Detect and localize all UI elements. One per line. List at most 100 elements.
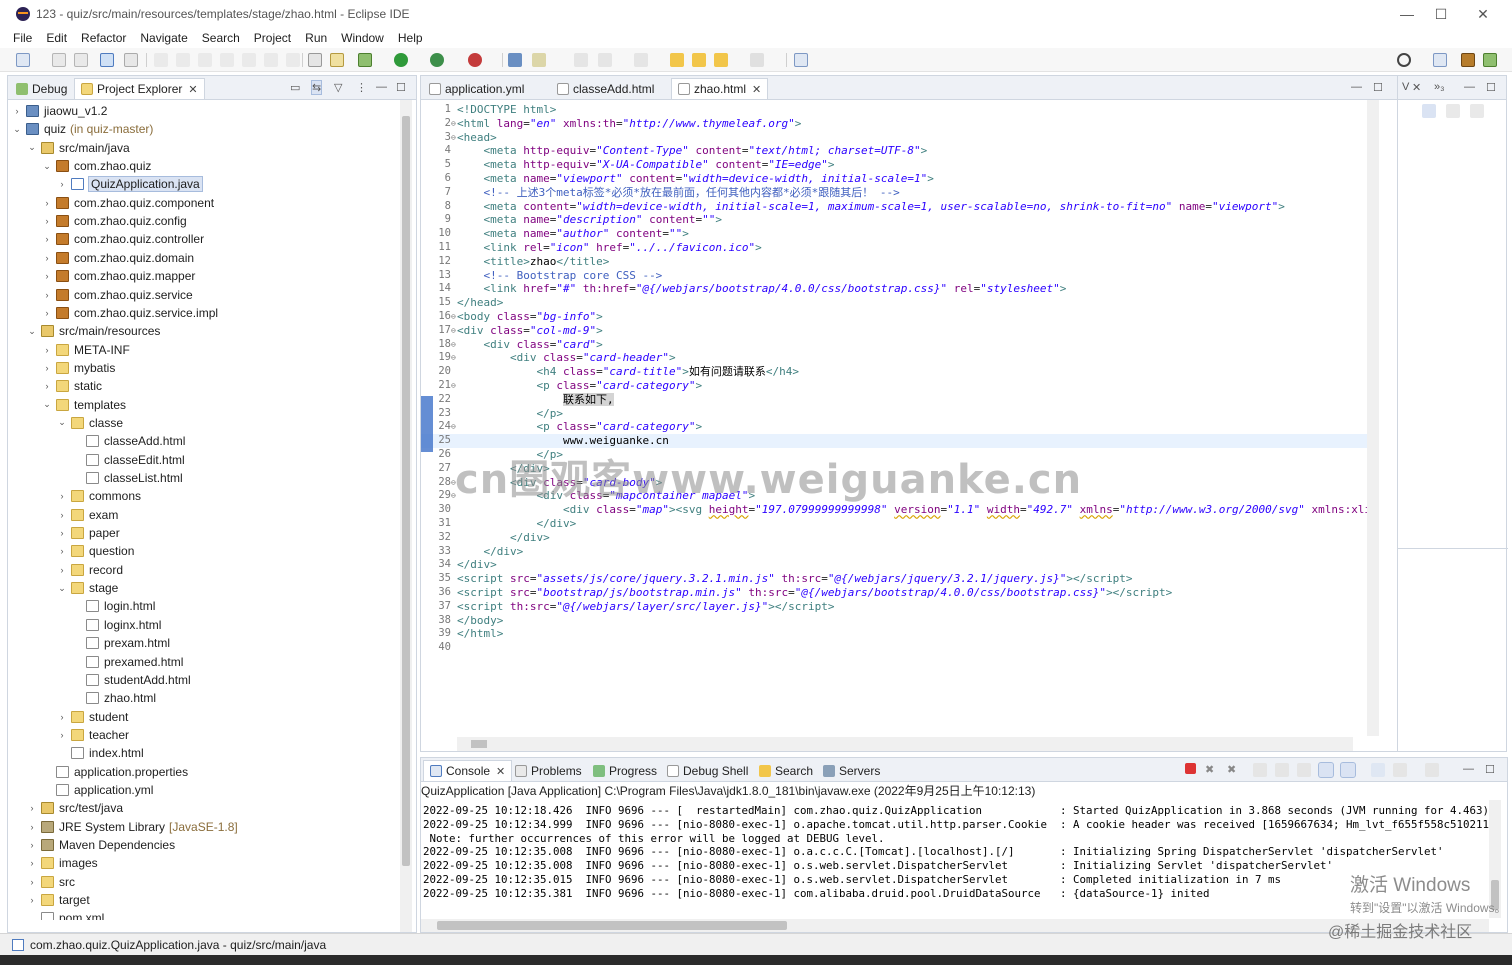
expanded-arrow-icon[interactable]: ⌄ bbox=[27, 142, 37, 153]
tree-item[interactable]: › Maven Dependencies bbox=[8, 836, 176, 854]
tree-item[interactable]: ⌄ templates bbox=[8, 396, 126, 414]
expanded-arrow-icon[interactable]: ⌄ bbox=[57, 417, 67, 428]
code-line[interactable]: 21 ⊖ <p class="card-category"> bbox=[421, 379, 1369, 393]
view-menu-icon[interactable]: ⋮ bbox=[356, 81, 367, 94]
code-editor[interactable]: 1 <!DOCTYPE html> 2 ⊖ <html lang="en" xmlns:… bbox=[421, 100, 1369, 717]
terminal-icon[interactable] bbox=[100, 53, 114, 67]
expand-arrow-icon[interactable]: › bbox=[57, 528, 67, 538]
tab-application-yml[interactable]: application.yml bbox=[423, 78, 530, 99]
open-project-icon[interactable] bbox=[508, 53, 522, 67]
expanded-arrow-icon[interactable]: ⌄ bbox=[12, 124, 22, 135]
menu-edit[interactable]: Edit bbox=[38, 31, 73, 45]
save-all-icon[interactable] bbox=[74, 53, 88, 67]
expand-arrow-icon[interactable]: › bbox=[27, 895, 37, 905]
debug-perspective-icon[interactable] bbox=[1483, 53, 1497, 67]
code-line[interactable]: 1 <!DOCTYPE html> bbox=[421, 103, 1369, 117]
tree-item[interactable]: › question bbox=[8, 542, 135, 560]
tree-item[interactable]: classeAdd.html bbox=[8, 432, 185, 450]
open-perspective-icon[interactable] bbox=[1433, 53, 1447, 67]
step-over-icon[interactable] bbox=[264, 53, 278, 67]
tree-item[interactable]: › com.zhao.quiz.component bbox=[8, 194, 215, 212]
show-stderr-icon[interactable] bbox=[1340, 762, 1356, 778]
code-line[interactable]: 10 <meta name="author" content=""> bbox=[421, 227, 1369, 241]
pin-editor-icon[interactable] bbox=[794, 53, 808, 67]
code-line[interactable]: 17 ⊖ <div class="col-md-9"> bbox=[421, 324, 1369, 338]
search-icon[interactable] bbox=[1397, 53, 1411, 67]
expanded-arrow-icon[interactable]: ⌄ bbox=[42, 161, 52, 172]
menu-help[interactable]: Help bbox=[390, 31, 429, 45]
tab-servers[interactable]: Servers bbox=[817, 760, 886, 781]
tree-item[interactable]: › com.zhao.quiz.domain bbox=[8, 249, 195, 267]
tree-item[interactable]: › target bbox=[8, 891, 90, 909]
expanded-arrow-icon[interactable]: ⌄ bbox=[27, 326, 37, 337]
maximize-view-icon[interactable]: ☐ bbox=[1373, 81, 1383, 94]
code-line[interactable]: 6 <meta name="viewport" content="width=d… bbox=[421, 172, 1369, 186]
editor-vscrollbar[interactable] bbox=[1367, 100, 1379, 736]
step-into-icon[interactable] bbox=[242, 53, 256, 67]
java-perspective-icon[interactable] bbox=[1461, 53, 1475, 67]
filter-icon[interactable]: ▽ bbox=[334, 81, 342, 94]
tree-item[interactable]: › record bbox=[8, 561, 124, 579]
tree-item[interactable]: › commons bbox=[8, 487, 142, 505]
tree-item[interactable]: › static bbox=[8, 377, 103, 395]
close-window-button[interactable]: ✕ bbox=[1462, 0, 1504, 28]
tree-item[interactable]: ⌄ stage bbox=[8, 579, 118, 597]
terminate-icon[interactable] bbox=[198, 53, 212, 67]
tree-item[interactable]: prexam.html bbox=[8, 634, 170, 652]
prev-annotation-icon[interactable] bbox=[598, 53, 612, 67]
code-line[interactable]: 33 </div> bbox=[421, 545, 1369, 559]
expand-arrow-icon[interactable]: › bbox=[42, 308, 52, 318]
code-line[interactable]: 36 <script src="bootstrap/js/bootstrap.mi… bbox=[421, 586, 1369, 600]
expand-arrow-icon[interactable]: › bbox=[57, 179, 67, 189]
last-edit-icon[interactable] bbox=[634, 53, 648, 67]
show-stdout-icon[interactable] bbox=[1318, 762, 1334, 778]
menu-project[interactable]: Project bbox=[246, 31, 297, 45]
tree-item[interactable]: login.html bbox=[8, 597, 155, 615]
tree-item[interactable]: › paper bbox=[8, 524, 120, 542]
expand-arrow-icon[interactable]: › bbox=[42, 290, 52, 300]
sort-icon[interactable] bbox=[1422, 104, 1436, 118]
expand-arrow-icon[interactable]: › bbox=[42, 363, 52, 373]
code-line[interactable]: 18 ⊖ <div class="card"> bbox=[421, 338, 1369, 352]
expand-arrow-icon[interactable]: › bbox=[42, 234, 52, 244]
minimize-view-icon[interactable]: — bbox=[1351, 81, 1362, 93]
collapse-all-icon[interactable]: ▭ bbox=[290, 81, 300, 94]
tree-item[interactable]: prexamed.html bbox=[8, 653, 183, 671]
expand-arrow-icon[interactable]: › bbox=[57, 730, 67, 740]
save-icon[interactable] bbox=[52, 53, 66, 67]
editor-hscrollbar[interactable] bbox=[457, 737, 1353, 751]
tree-item[interactable]: › src bbox=[8, 873, 76, 891]
remove-all-icon[interactable]: ✖ bbox=[1227, 763, 1236, 776]
maximize-view-icon[interactable]: ☐ bbox=[1486, 81, 1496, 94]
expand-arrow-icon[interactable]: › bbox=[42, 198, 52, 208]
minimize-view-icon[interactable]: — bbox=[1464, 81, 1475, 93]
expand-arrow-icon[interactable]: › bbox=[42, 381, 52, 391]
code-line[interactable]: 25 www.weiguanke.cn bbox=[421, 434, 1369, 448]
tree-scrollbar[interactable] bbox=[400, 100, 412, 932]
expanded-arrow-icon[interactable]: ⌄ bbox=[42, 399, 52, 410]
maximize-view-icon[interactable]: ☐ bbox=[1485, 763, 1495, 776]
close-icon[interactable]: ✕ bbox=[1412, 81, 1421, 94]
tab-classeadd-html[interactable]: classeAdd.html bbox=[551, 78, 660, 99]
new-icon[interactable] bbox=[16, 53, 30, 67]
coverage-icon[interactable] bbox=[430, 53, 444, 67]
expand-arrow-icon[interactable]: › bbox=[57, 546, 67, 556]
tree-item[interactable]: › META-INF bbox=[8, 341, 130, 359]
word-wrap-icon[interactable] bbox=[1297, 763, 1311, 777]
code-line[interactable]: 4 <meta http-equiv="Content-Type" conten… bbox=[421, 144, 1369, 158]
tree-item[interactable]: application.yml bbox=[8, 781, 153, 799]
expand-arrow-icon[interactable]: › bbox=[27, 877, 37, 887]
code-line[interactable]: 13 <!-- Bootstrap core CSS --> bbox=[421, 269, 1369, 283]
tab-progress[interactable]: Progress bbox=[587, 760, 663, 781]
code-line[interactable]: 19 ⊖ <div class="card-header"> bbox=[421, 351, 1369, 365]
back-icon[interactable] bbox=[670, 53, 684, 67]
code-line[interactable]: 30 <div class="map"><svg height="197.079… bbox=[421, 503, 1369, 517]
tree-item[interactable]: studentAdd.html bbox=[8, 671, 191, 689]
pin-console-icon[interactable] bbox=[1371, 763, 1385, 777]
menu-search[interactable]: Search bbox=[194, 31, 246, 45]
tab-zhao-html[interactable]: zhao.html ✕ bbox=[671, 78, 769, 99]
outline-tab[interactable]: V bbox=[1402, 81, 1409, 93]
menu-navigate[interactable]: Navigate bbox=[132, 31, 193, 45]
code-line[interactable]: 35 <script src="assets/js/core/jquery.3.2… bbox=[421, 572, 1369, 586]
tree-item[interactable]: › exam bbox=[8, 506, 119, 524]
